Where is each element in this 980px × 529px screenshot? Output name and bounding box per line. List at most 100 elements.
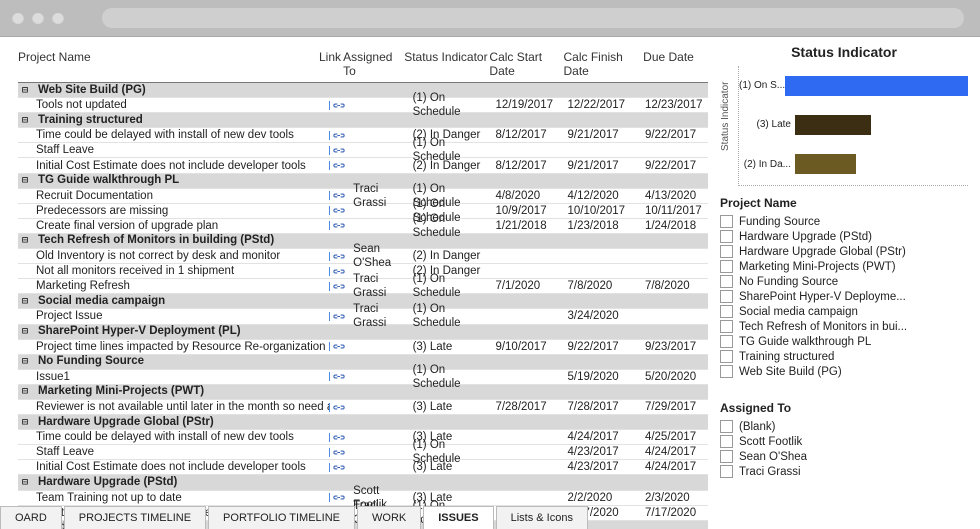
collapse-icon[interactable]: ⊟ bbox=[22, 416, 34, 430]
table-row[interactable]: Project IssueTraci Grassi(1) On Schedule… bbox=[18, 309, 708, 324]
tab-oard[interactable]: OARD bbox=[0, 506, 62, 529]
table-row[interactable]: Reviewer is not available until later in… bbox=[18, 400, 708, 415]
link-icon[interactable] bbox=[329, 191, 353, 200]
checkbox-icon[interactable] bbox=[720, 290, 733, 303]
table-row[interactable]: Initial Cost Estimate does not include d… bbox=[18, 460, 708, 475]
tab-lists-icons[interactable]: Lists & Icons bbox=[496, 506, 588, 529]
link-icon[interactable] bbox=[329, 131, 353, 140]
filter-item[interactable]: Hardware Upgrade Global (PStr) bbox=[720, 244, 968, 259]
collapse-icon[interactable]: ⊟ bbox=[22, 476, 34, 490]
checkbox-icon[interactable] bbox=[720, 245, 733, 258]
checkbox-icon[interactable] bbox=[720, 215, 733, 228]
link-icon[interactable] bbox=[329, 146, 353, 155]
table-row[interactable]: Old Inventory is not correct by desk and… bbox=[18, 249, 708, 264]
col-due[interactable]: Due Date bbox=[643, 50, 708, 78]
col-finish[interactable]: Calc Finish Date bbox=[564, 50, 644, 78]
filter-item[interactable]: Sean O'Shea bbox=[720, 449, 968, 464]
checkbox-icon[interactable] bbox=[720, 230, 733, 243]
link-icon[interactable] bbox=[329, 342, 353, 351]
status-chart[interactable]: Status Indicator (1) On S...(3) Late(2) … bbox=[720, 66, 968, 186]
collapse-icon[interactable]: ⊟ bbox=[22, 114, 34, 128]
checkbox-icon[interactable] bbox=[720, 450, 733, 463]
table-row[interactable]: Recruit DocumentationTraci Grassi(1) On … bbox=[18, 189, 708, 204]
collapse-icon[interactable]: ⊟ bbox=[22, 325, 34, 339]
checkbox-icon[interactable] bbox=[720, 435, 733, 448]
table-row[interactable]: Staff Leave(1) On Schedule4/23/20174/24/… bbox=[18, 445, 708, 460]
link-icon[interactable] bbox=[329, 282, 353, 291]
tab-portfolio-timeline[interactable]: PORTFOLIO TIMELINE bbox=[208, 506, 355, 529]
table-row[interactable]: Project time lines impacted by Resource … bbox=[18, 340, 708, 355]
chart-bar[interactable]: (3) Late bbox=[739, 105, 968, 144]
cell-finish: 4/23/2017 bbox=[567, 460, 644, 474]
checkbox-icon[interactable] bbox=[720, 335, 733, 348]
filter-item[interactable]: Funding Source bbox=[720, 214, 968, 229]
checkbox-icon[interactable] bbox=[720, 420, 733, 433]
group-row[interactable]: ⊟Web Site Build (PG) bbox=[18, 83, 708, 98]
filter-item[interactable]: Traci Grassi bbox=[720, 464, 968, 479]
checkbox-icon[interactable] bbox=[720, 260, 733, 273]
filter-item[interactable]: TG Guide walkthrough PL bbox=[720, 334, 968, 349]
tab-issues[interactable]: ISSUES bbox=[423, 506, 493, 529]
link-icon[interactable] bbox=[329, 448, 353, 457]
filter-item[interactable]: Tech Refresh of Monitors in bui... bbox=[720, 319, 968, 334]
link-icon[interactable] bbox=[329, 221, 353, 230]
tab-work[interactable]: WORK bbox=[357, 506, 421, 529]
table-row[interactable]: Staff Leave(1) On Schedule bbox=[18, 143, 708, 158]
link-icon[interactable] bbox=[329, 493, 353, 502]
link-icon[interactable] bbox=[329, 252, 353, 261]
col-link[interactable]: Link bbox=[319, 50, 343, 78]
filter-item[interactable]: Marketing Mini-Projects (PWT) bbox=[720, 259, 968, 274]
address-bar[interactable] bbox=[102, 8, 964, 28]
filter-item[interactable]: (Blank) bbox=[720, 419, 968, 434]
checkbox-icon[interactable] bbox=[720, 305, 733, 318]
filter-item[interactable]: SharePoint Hyper-V Deployme... bbox=[720, 289, 968, 304]
chart-bar[interactable]: (2) In Da... bbox=[739, 145, 968, 184]
table-row[interactable]: Marketing RefreshTraci Grassi(1) On Sche… bbox=[18, 279, 708, 294]
link-icon[interactable] bbox=[329, 403, 353, 412]
filter-item[interactable]: Hardware Upgrade (PStd) bbox=[720, 229, 968, 244]
link-icon[interactable] bbox=[329, 206, 353, 215]
cell-start: 12/19/2017 bbox=[495, 98, 567, 112]
filter-item[interactable]: No Funding Source bbox=[720, 274, 968, 289]
link-icon[interactable] bbox=[329, 267, 353, 276]
col-status[interactable]: Status Indicator bbox=[404, 50, 489, 78]
filter-item[interactable]: Training structured bbox=[720, 349, 968, 364]
collapse-icon[interactable]: ⊟ bbox=[22, 234, 34, 248]
link-icon[interactable] bbox=[329, 101, 353, 110]
checkbox-icon[interactable] bbox=[720, 350, 733, 363]
checkbox-icon[interactable] bbox=[720, 365, 733, 378]
col-project-name[interactable]: Project Name bbox=[18, 50, 319, 78]
tab-projects-timeline[interactable]: PROJECTS TIMELINE bbox=[64, 506, 206, 529]
collapse-icon[interactable]: ⊟ bbox=[22, 385, 34, 399]
table-row[interactable]: Time could be delayed with install of ne… bbox=[18, 128, 708, 143]
table-row[interactable]: Initial Cost Estimate does not include d… bbox=[18, 158, 708, 173]
collapse-icon[interactable]: ⊟ bbox=[22, 84, 34, 98]
collapse-icon[interactable]: ⊟ bbox=[22, 295, 34, 309]
col-assigned[interactable]: Assigned To bbox=[343, 50, 404, 78]
cell-due: 4/24/2017 bbox=[645, 445, 708, 459]
link-icon[interactable] bbox=[329, 463, 353, 472]
table-row[interactable]: Issue1(1) On Schedule5/19/20205/20/2020 bbox=[18, 370, 708, 385]
checkbox-icon[interactable] bbox=[720, 275, 733, 288]
table-row[interactable]: Tools not updated(1) On Schedule12/19/20… bbox=[18, 98, 708, 113]
filter-item-label: Scott Footlik bbox=[739, 436, 802, 448]
filter-item[interactable]: Web Site Build (PG) bbox=[720, 364, 968, 379]
link-icon[interactable] bbox=[329, 312, 353, 321]
group-row[interactable]: ⊟Training structured bbox=[18, 113, 708, 128]
group-row[interactable]: ⊟Marketing Mini-Projects (PWT) bbox=[18, 385, 708, 400]
table-row[interactable]: Create final version of upgrade plan(1) … bbox=[18, 219, 708, 234]
checkbox-icon[interactable] bbox=[720, 465, 733, 478]
group-row[interactable]: ⊟Hardware Upgrade Global (PStr) bbox=[18, 415, 708, 430]
checkbox-icon[interactable] bbox=[720, 320, 733, 333]
collapse-icon[interactable]: ⊟ bbox=[22, 355, 34, 369]
group-row[interactable]: ⊟No Funding Source bbox=[18, 355, 708, 370]
link-icon[interactable] bbox=[329, 433, 353, 442]
col-start[interactable]: Calc Start Date bbox=[489, 50, 563, 78]
filter-item[interactable]: Social media campaign bbox=[720, 304, 968, 319]
link-icon[interactable] bbox=[329, 161, 353, 170]
filter-item[interactable]: Scott Footlik bbox=[720, 434, 968, 449]
chart-bar[interactable]: (1) On S... bbox=[739, 66, 968, 105]
collapse-icon[interactable]: ⊟ bbox=[22, 174, 34, 188]
link-icon[interactable] bbox=[329, 372, 353, 381]
table-row[interactable]: Time could be delayed with install of ne… bbox=[18, 430, 708, 445]
